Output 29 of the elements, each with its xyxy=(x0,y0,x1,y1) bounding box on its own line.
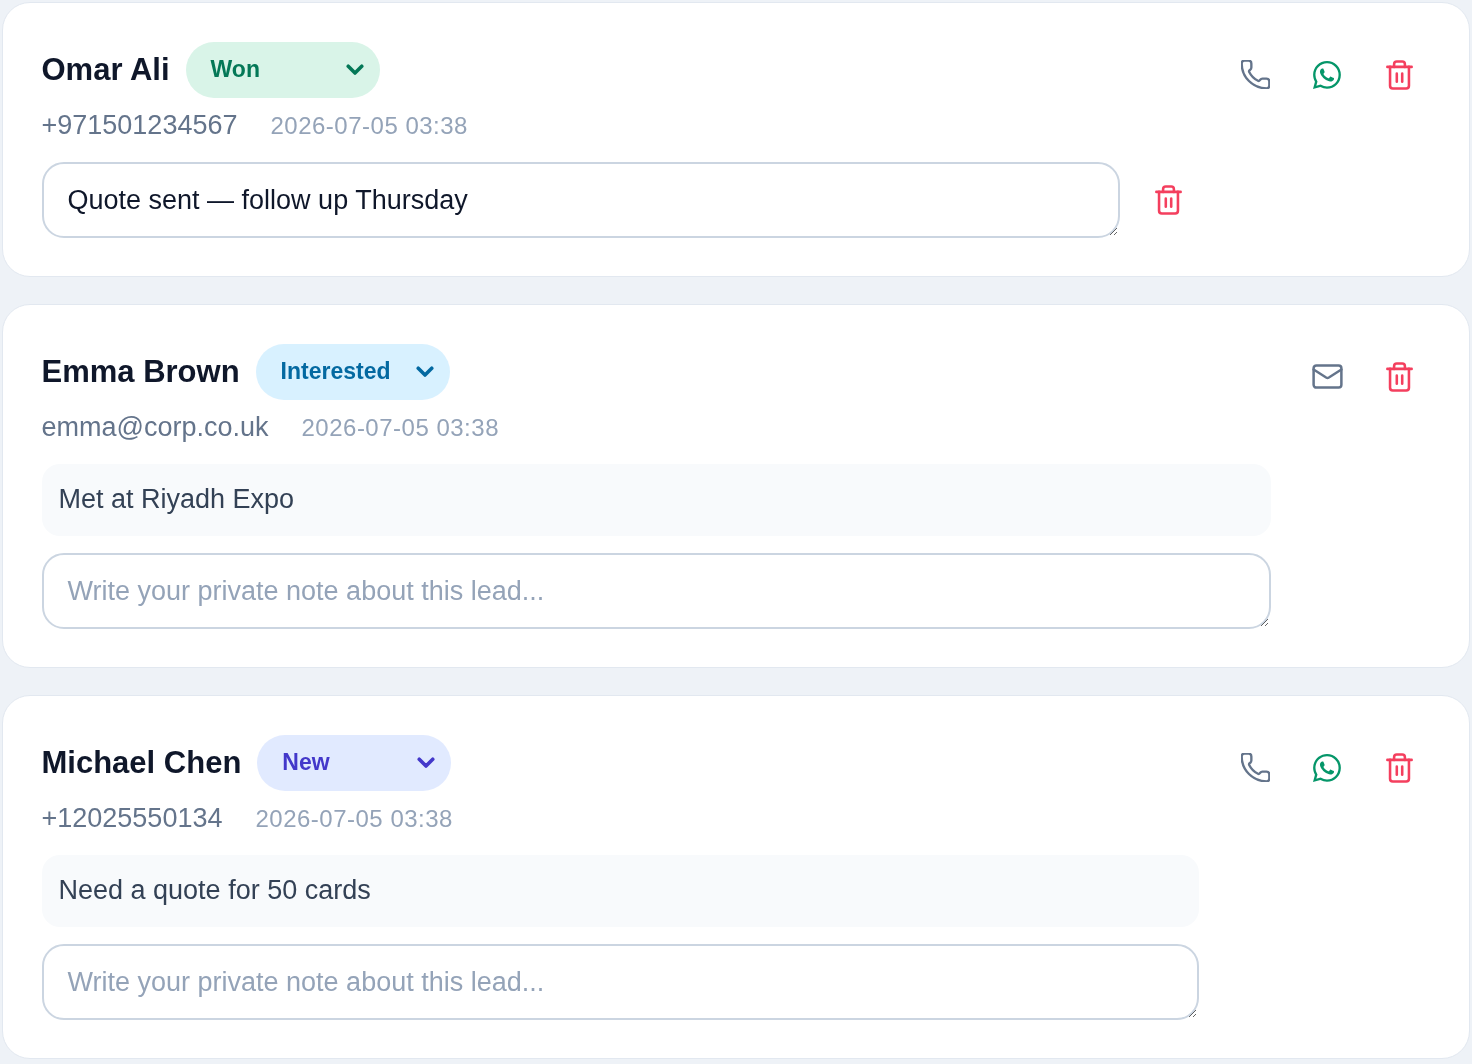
lead-name: Omar Ali xyxy=(41,51,170,88)
timestamp: 2026-07-05 03:38 xyxy=(301,413,499,442)
status-select[interactable]: Interested xyxy=(255,343,450,400)
trash-icon xyxy=(1385,752,1413,783)
trash-icon xyxy=(1385,59,1413,90)
status-select[interactable]: New xyxy=(257,734,452,791)
note-field[interactable]: Write your private note about this lead... xyxy=(41,943,1199,1020)
email-address: emma@corp.co.uk xyxy=(41,411,269,443)
chat-phone-icon xyxy=(1313,753,1341,782)
timestamp: 2026-07-05 03:38 xyxy=(255,804,453,833)
trash-icon xyxy=(1385,361,1413,392)
lead-name: Emma Brown xyxy=(41,353,240,390)
note-field[interactable]: Quote sent — follow up Thursday xyxy=(41,161,1120,238)
lead-message: Met at Riyadh Expo xyxy=(41,463,1271,536)
lead-name: Michael Chen xyxy=(41,744,242,781)
status-select[interactable]: Won xyxy=(185,41,380,98)
phone-icon xyxy=(1240,60,1270,89)
phone-icon xyxy=(1240,753,1270,782)
timestamp: 2026-07-05 03:38 xyxy=(270,111,468,140)
chevron-down-icon xyxy=(345,63,364,76)
phone-number: +971501234567 xyxy=(41,109,238,141)
chat-phone-icon xyxy=(1313,60,1341,89)
mail-icon xyxy=(1311,364,1343,389)
phone-number: +12025550134 xyxy=(41,802,223,834)
chevron-down-icon xyxy=(417,756,436,769)
lead-message: Need a quote for 50 cards xyxy=(41,854,1199,927)
trash-icon xyxy=(1154,184,1182,215)
note-field[interactable]: Write your private note about this lead... xyxy=(41,552,1271,629)
chevron-down-icon xyxy=(415,365,434,378)
